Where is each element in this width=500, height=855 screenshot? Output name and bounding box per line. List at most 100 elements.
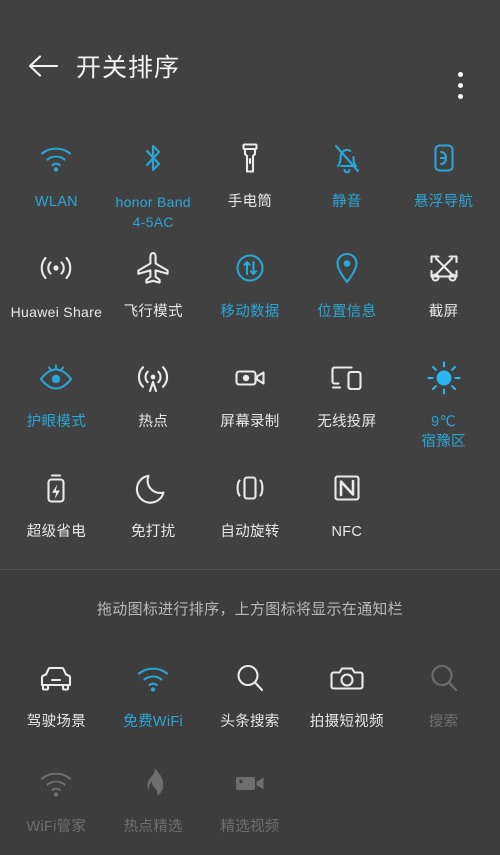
battery-saver-icon [47,474,65,503]
tile-icon-wrap [230,133,270,183]
do-not-disturb-icon [136,474,165,504]
tile-label: 截屏 [428,304,459,320]
search-icon [237,664,264,692]
tile-icon-wrap [36,243,76,293]
wifi-icon [138,667,169,692]
screen-record-icon [235,370,265,386]
tile-label: WLAN [34,194,78,210]
tile-icon-wrap [36,758,76,808]
tile-top-9[interactable]: 截屏 [395,235,492,345]
tile-bottom-7[interactable]: 精选视频 [202,750,299,855]
tile-top-5[interactable]: Huawei Share [8,235,105,345]
tile-label: 护眼模式 [26,414,86,430]
video-icon [235,777,264,790]
tile-bottom-2[interactable]: 头条搜索 [202,645,299,750]
tile-label: 驾驶场景 [26,714,86,730]
tile-top-14[interactable]: 9℃ 宿豫区 [395,345,492,455]
tile-icon-wrap [133,463,173,513]
huawei-share-icon [41,256,72,280]
hotspot-icon [138,366,169,393]
tile-icon-wrap [327,243,367,293]
tile-top-2[interactable]: 手电筒 [202,125,299,235]
location-pin-icon [336,252,358,284]
tile-top-3[interactable]: 静音 [298,125,395,235]
overflow-menu-button[interactable] [440,62,480,108]
tile-label: 位置信息 [317,304,377,320]
tile-label: 无线投屏 [317,414,377,430]
tile-label: honor Band 4-5AC [115,194,191,230]
tile-label: 热点精选 [123,819,183,835]
mobile-data-icon [236,254,264,282]
tile-icon-wrap [327,353,367,403]
floating-nav-icon [434,144,454,172]
auto-rotate-icon [236,476,264,500]
tile-label: 热点 [138,414,168,430]
tile-top-10[interactable]: 护眼模式 [8,345,105,455]
nfc-icon [334,475,360,501]
tile-top-7[interactable]: 移动数据 [202,235,299,345]
tile-label: 拍摄短视频 [309,714,384,730]
lower-section: 拖动图标进行排序，上方图标将显示在通知栏 驾驶场景 免费WiFi 头条搜索 拍摄短视频… [0,570,500,855]
tile-bottom-4[interactable]: 搜索 [395,645,492,750]
tile-top-6[interactable]: 飞行模式 [105,235,202,345]
tile-icon-wrap [133,243,173,293]
more-vertical-icon [457,82,463,88]
tile-icon-wrap [36,353,76,403]
tile-label: 9℃ 宿豫区 [421,414,466,450]
tile-icon-wrap [327,133,367,183]
more-vertical-icon [457,93,463,99]
tile-icon-wrap [230,243,270,293]
tile-top-17[interactable]: 自动旋转 [202,455,299,565]
more-vertical-icon [457,71,463,77]
tile-icon-wrap [133,653,173,703]
tile-top-12[interactable]: 屏幕录制 [202,345,299,455]
tile-icon-wrap [36,463,76,513]
wifi-icon [41,147,72,172]
flashlight-icon [242,143,258,173]
tile-label: 悬浮导航 [413,194,474,210]
tile-icon-wrap [424,653,464,703]
tile-label: 移动数据 [220,304,280,320]
tile-bottom-0[interactable]: 驾驶场景 [8,645,105,750]
tile-top-4[interactable]: 悬浮导航 [395,125,492,235]
page-title: 开关排序 [76,53,181,82]
tile-top-8[interactable]: 位置信息 [298,235,395,345]
airplane-icon [137,251,169,284]
tile-label: 飞行模式 [123,304,183,320]
tile-label: 精选视频 [220,819,280,835]
tile-empty-slot [395,455,492,565]
tile-top-15[interactable]: 超级省电 [8,455,105,565]
cast-screen-icon [331,366,362,391]
tile-label: 免费WiFi [123,714,184,730]
tile-bottom-3[interactable]: 拍摄短视频 [298,645,395,750]
tile-bottom-6[interactable]: 热点精选 [105,750,202,855]
bell-muted-icon [334,144,359,174]
tile-top-18[interactable]: NFC [298,455,395,565]
tile-icon-wrap [36,133,76,183]
tile-label: 超级省电 [26,524,86,540]
back-button[interactable] [22,45,64,87]
tile-icon-wrap [424,353,464,403]
tile-label: 搜索 [428,714,459,730]
tile-bottom-5[interactable]: WiFi管家 [8,750,105,855]
top-tile-grid: WLAN honor Band 4-5AC 手电筒 静音 悬浮导航 Huawei Shar… [0,125,500,565]
tile-icon-wrap [230,463,270,513]
eye-comfort-icon [40,364,73,390]
tile-top-11[interactable]: 热点 [105,345,202,455]
tile-top-13[interactable]: 无线投屏 [298,345,395,455]
flame-icon [147,768,164,796]
tile-top-16[interactable]: 免打扰 [105,455,202,565]
tile-bottom-1[interactable]: 免费WiFi [105,645,202,750]
tile-top-1[interactable]: honor Band 4-5AC [105,125,202,235]
tile-label: 自动旋转 [220,524,280,540]
tile-icon-wrap [133,758,173,808]
tile-icon-wrap [230,353,270,403]
quick-settings-reorder-screen: 开关排序 WLAN honor Band 4-5AC 手电筒 静音 悬浮导航 Huawei… [0,0,500,855]
app-header: 开关排序 [0,0,500,125]
tile-icon-wrap [327,653,367,703]
tile-top-0[interactable]: WLAN [8,125,105,235]
car-icon [41,666,72,691]
tile-icon-wrap [133,353,173,403]
tile-label: 手电筒 [227,194,273,210]
bluetooth-icon [146,144,161,172]
